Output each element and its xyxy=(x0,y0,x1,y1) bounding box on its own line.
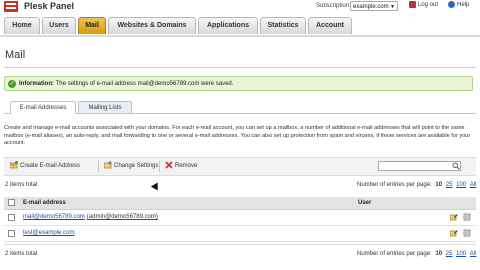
select-all-checkbox[interactable] xyxy=(8,199,15,206)
entries-per-page-bottom: Number of entries per page: 10 25 100 Al… xyxy=(357,251,476,257)
subscription-select[interactable]: example.com ▼ xyxy=(350,1,398,11)
tab-label: Home xyxy=(12,22,32,29)
tab-applications[interactable]: Applications xyxy=(198,17,258,34)
help-icon xyxy=(448,1,455,8)
mail-description: Create and manage e-mail accounts associ… xyxy=(4,125,471,147)
subscription-value: example.com xyxy=(353,4,389,10)
page-size-25[interactable]: 25 xyxy=(446,251,453,257)
tab-statistics[interactable]: Statistics xyxy=(260,17,306,34)
items-total-bottom: 2 items total xyxy=(5,251,38,257)
page-size-10[interactable]: 10 xyxy=(435,182,442,188)
mail-subtabs: E-mail Addresses Mailing Lists xyxy=(4,100,476,114)
tab-users[interactable]: Users xyxy=(42,17,76,34)
info-text-wrap: Information: The settings of e-mail addr… xyxy=(19,77,233,92)
main-nav: Home Users Mail Websites & Domains Appli… xyxy=(0,15,480,37)
tab-label: Users xyxy=(49,22,69,29)
remove-icon xyxy=(165,161,173,169)
items-total: 2 items total xyxy=(5,182,38,188)
edit-icon[interactable] xyxy=(450,213,458,221)
page-size-100[interactable]: 100 xyxy=(456,251,466,257)
search-input[interactable] xyxy=(378,161,461,171)
plesk-logo-icon xyxy=(4,1,18,12)
tab-label: Account xyxy=(316,22,344,29)
create-email-label: Create E-mail Address xyxy=(20,163,81,169)
row-checkbox[interactable] xyxy=(8,230,15,237)
email-address: test@example.com xyxy=(23,230,75,236)
toolbar-separator xyxy=(98,161,99,172)
tab-home[interactable]: Home xyxy=(4,17,40,34)
settings-icon xyxy=(104,161,112,169)
remove-label: Remove xyxy=(175,163,198,169)
subscription-label: Subscription: xyxy=(316,3,351,9)
remove-button[interactable]: Remove xyxy=(165,161,197,172)
entries-per-page: Number of entries per page: 10 25 100 Al… xyxy=(357,182,476,188)
table-row: mail@demo56789.com (admin@demo56789.com) xyxy=(4,210,476,226)
tab-account[interactable]: Account xyxy=(308,17,352,34)
table-header: E-mail address User xyxy=(4,197,476,210)
column-email[interactable]: E-mail address xyxy=(23,200,66,206)
divider xyxy=(4,67,476,68)
tab-websites-domains[interactable]: Websites & Domains xyxy=(108,17,196,34)
logout-link[interactable]: Log out xyxy=(409,1,438,8)
mailbox-icon[interactable] xyxy=(463,229,471,237)
entries-label: Number of entries per page: xyxy=(357,251,432,257)
mouse-cursor-icon xyxy=(150,182,162,193)
subtab-label: E-mail Addresses xyxy=(19,105,67,111)
email-link[interactable]: mail@demo56789.com (admin@demo56789.com) xyxy=(23,214,158,220)
change-settings-button[interactable]: Change Settings xyxy=(104,161,158,172)
logout-icon xyxy=(409,1,416,8)
help-label: Help xyxy=(457,2,470,9)
page-size-all[interactable]: All xyxy=(470,251,477,257)
page-size-100[interactable]: 100 xyxy=(456,182,466,188)
tab-label: Statistics xyxy=(267,22,299,29)
help-link[interactable]: Help xyxy=(448,1,469,8)
toolbar-separator xyxy=(159,161,160,172)
search-icon[interactable] xyxy=(452,162,460,170)
subtab-mailing-lists[interactable]: Mailing Lists xyxy=(78,101,132,113)
toolbar: Create E-mail Address Change Settings Re… xyxy=(4,157,476,176)
divider xyxy=(4,244,476,245)
subtab-email-addresses[interactable]: E-mail Addresses xyxy=(10,101,76,114)
tab-label: Applications xyxy=(206,22,249,29)
row-checkbox[interactable] xyxy=(8,214,15,221)
email-link[interactable]: test@example.com xyxy=(23,230,76,236)
tab-label: Mail xyxy=(85,22,99,29)
page-title: Mail xyxy=(5,49,26,61)
entries-label: Number of entries per page: xyxy=(357,182,432,188)
app-title: Plesk Panel xyxy=(24,1,75,11)
create-mail-icon xyxy=(10,161,18,169)
checkmark-icon: ✓ xyxy=(8,80,16,88)
page-size-all[interactable]: All xyxy=(470,182,477,188)
logout-label: Log out xyxy=(418,2,439,9)
table-row: test@example.com xyxy=(4,226,476,242)
info-message: ✓ Information: The settings of e-mail ad… xyxy=(4,76,473,91)
page-size-25[interactable]: 25 xyxy=(446,182,453,188)
mailbox-icon[interactable] xyxy=(463,213,471,221)
page-size-10[interactable]: 10 xyxy=(435,251,442,257)
email-owner: (admin@demo56789.com) xyxy=(86,214,158,220)
tab-label: Websites & Domains xyxy=(117,22,187,29)
edit-icon[interactable] xyxy=(450,229,458,237)
email-address: mail@demo56789.com xyxy=(23,214,85,220)
column-user[interactable]: User xyxy=(358,200,371,206)
info-text: The settings of e-mail address mail@demo… xyxy=(55,81,234,87)
info-heading: Information: xyxy=(19,81,54,87)
top-header: Plesk Panel Subscription: example.com ▼ … xyxy=(0,0,480,15)
create-email-button[interactable]: Create E-mail Address xyxy=(10,161,80,172)
change-settings-label: Change Settings xyxy=(114,163,159,169)
tab-mail[interactable]: Mail xyxy=(78,17,106,34)
chevron-down-icon: ▼ xyxy=(390,4,395,10)
subtab-label: Mailing Lists xyxy=(88,105,122,111)
